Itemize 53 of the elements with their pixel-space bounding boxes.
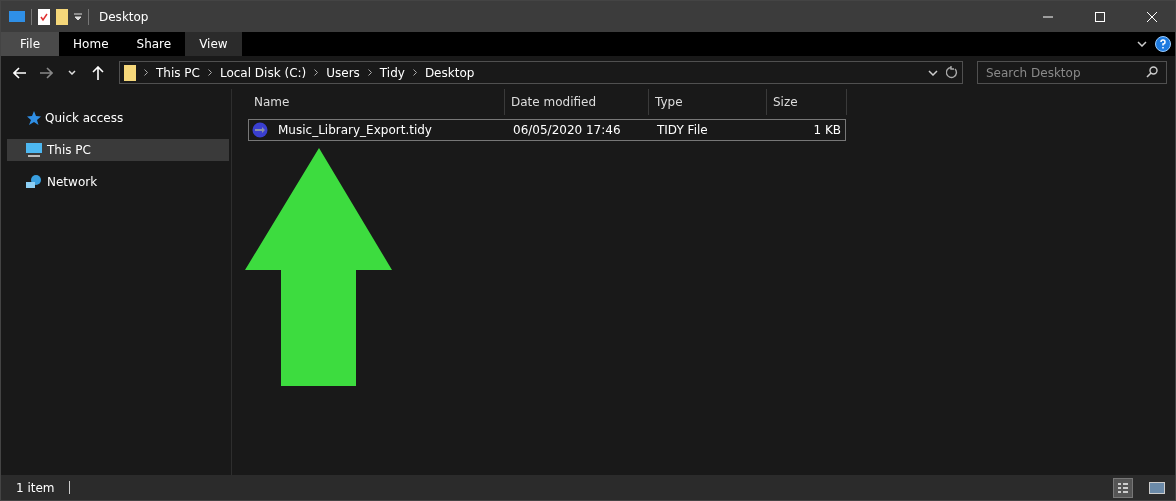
folder-icon <box>124 64 136 81</box>
up-arrow-icon <box>92 65 104 80</box>
properties-icon[interactable] <box>38 8 50 25</box>
address-bar[interactable]: This PC Local Disk (C:) Users Tidy Desktop <box>119 61 963 84</box>
chevron-right-icon <box>412 69 417 76</box>
chevron-right-icon <box>207 69 212 76</box>
computer-icon <box>25 142 43 158</box>
image-icon <box>1149 481 1165 494</box>
list-icon <box>1117 481 1129 494</box>
breadcrumb[interactable]: This PC <box>156 65 200 80</box>
sidebar-item[interactable]: Network <box>7 171 229 193</box>
network-icon <box>25 174 43 190</box>
chevron-right-icon <box>144 69 148 76</box>
forward-arrow-icon <box>39 66 53 79</box>
window-title: Desktop <box>99 9 149 24</box>
ribbon-tab[interactable]: Share <box>122 32 186 56</box>
folder-icon[interactable] <box>56 8 68 25</box>
file-icon <box>252 122 268 138</box>
column-header[interactable]: Name <box>248 89 505 115</box>
column-header[interactable]: Size <box>767 89 847 115</box>
type-cell-text: TIDY File <box>656 123 709 137</box>
search-field[interactable]: Search Desktop <box>977 61 1167 84</box>
ribbon-tab[interactable]: File <box>1 32 60 56</box>
sidebar-item[interactable]: Quick access <box>7 107 229 129</box>
computer-icon <box>9 10 25 23</box>
help-icon[interactable] <box>1155 36 1171 52</box>
chevron-right-icon <box>367 69 372 76</box>
breadcrumb[interactable]: Users <box>326 65 360 80</box>
chevron-down-icon[interactable] <box>928 69 938 76</box>
dropdown-icon[interactable] <box>74 12 82 21</box>
size-cell-text: 1 KB <box>812 123 842 137</box>
chevron-down-icon <box>68 70 76 75</box>
back-arrow-icon <box>13 66 27 79</box>
ribbon-tab[interactable]: Home <box>59 32 123 56</box>
breadcrumb[interactable]: Desktop <box>424 65 475 80</box>
breadcrumb[interactable]: Tidy <box>379 65 405 80</box>
item-count: 1 item <box>16 480 55 495</box>
details-view-button[interactable] <box>1113 477 1133 498</box>
chevron-down-icon[interactable] <box>1137 41 1147 47</box>
breadcrumb[interactable]: Local Disk (C:) <box>219 65 307 80</box>
sidebar-item[interactable]: This PC <box>7 139 229 161</box>
close-icon <box>1147 11 1157 22</box>
search-icon[interactable] <box>1146 66 1158 78</box>
star-icon <box>25 110 41 126</box>
ribbon-tab[interactable]: View <box>185 32 242 56</box>
maximize-icon <box>1095 11 1105 22</box>
file-row[interactable]: Music_Library_Export.tidy 06/05/2020 17:46 TIDY File 1 KB <box>248 119 846 141</box>
column-header[interactable]: Date modified <box>505 89 649 115</box>
chevron-right-icon <box>314 69 319 76</box>
column-header[interactable]: Type <box>649 89 767 115</box>
refresh-icon[interactable] <box>946 66 958 79</box>
date-cell-text: 06/05/2020 17:46 <box>512 123 622 137</box>
file-name: Music_Library_Export.tidy <box>277 123 432 137</box>
